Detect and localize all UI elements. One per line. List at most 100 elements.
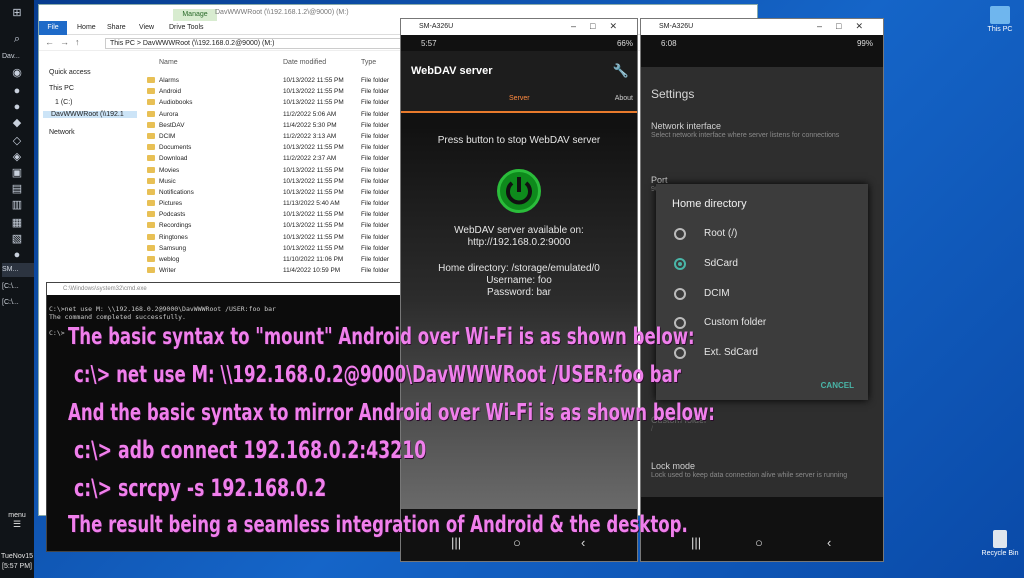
- tab-home[interactable]: Home: [77, 24, 96, 31]
- file-row[interactable]: Android 10/13/2022 11:55 PM File folder: [143, 86, 443, 97]
- wrench-icon[interactable]: 🔧: [613, 63, 629, 79]
- app-icon[interactable]: ◈: [7, 150, 27, 164]
- radio-button[interactable]: [674, 288, 686, 300]
- file-name: Notifications: [159, 188, 194, 196]
- file-row[interactable]: Music 10/13/2022 11:55 PM File folder: [143, 176, 443, 187]
- file-type: File folder: [361, 77, 390, 84]
- start-icon[interactable]: ⊞: [7, 6, 27, 20]
- column-type[interactable]: Type: [361, 59, 376, 66]
- app-icon[interactable]: ●: [7, 248, 27, 262]
- file-row[interactable]: Ringtones 10/13/2022 11:55 PM File folder: [143, 232, 443, 243]
- file-type: File folder: [361, 132, 390, 140]
- tab-file[interactable]: File: [39, 21, 67, 35]
- setting-network-interface[interactable]: Network interface Select network interfa…: [651, 121, 873, 140]
- power-button[interactable]: [497, 169, 541, 213]
- taskbar-app-explorer[interactable]: Dav...: [2, 50, 34, 64]
- taskbar-app-phone[interactable]: SM...: [2, 263, 34, 277]
- file-row[interactable]: Aurora 11/2/2022 5:06 AM File folder: [143, 109, 443, 120]
- file-name: Writer: [159, 267, 176, 275]
- available-label: WebDAV server available on:: [454, 225, 584, 236]
- file-type: File folder: [361, 200, 390, 208]
- app-icon[interactable]: ▤: [7, 182, 27, 196]
- tab-server[interactable]: Server: [509, 95, 530, 102]
- app-icon[interactable]: ▦: [7, 216, 27, 230]
- file-name: Android: [159, 88, 182, 96]
- window-controls-icon[interactable]: –□✕: [571, 21, 631, 32]
- search-icon[interactable]: ⌕: [7, 32, 27, 46]
- file-list: Alarms 10/13/2022 11:55 PM File folder Andr…: [143, 75, 443, 276]
- recents-icon[interactable]: |||: [691, 535, 701, 550]
- tab-indicator: [401, 111, 637, 113]
- file-row[interactable]: Samsung 10/13/2022 11:55 PM File folder: [143, 243, 443, 254]
- app-icon[interactable]: ●: [7, 100, 27, 114]
- file-row[interactable]: Documents 10/13/2022 11:55 PM File folder: [143, 142, 443, 153]
- file-type: File folder: [361, 188, 390, 196]
- file-row[interactable]: Audiobooks 10/13/2022 11:55 PM File folder: [143, 97, 443, 108]
- overlay-caption-line: c:\> scrcpy -s 192.168.0.2: [74, 474, 327, 502]
- column-name[interactable]: Name: [159, 59, 178, 66]
- folder-icon: [147, 211, 155, 218]
- home-directory: Home directory: /storage/emulated/0: [438, 263, 600, 274]
- file-row[interactable]: DCIM 11/2/2022 3:13 AM File folder: [143, 131, 443, 142]
- file-row[interactable]: Writer 11/4/2022 10:59 PM File folder: [143, 265, 443, 276]
- file-row[interactable]: BestDAV 11/4/2022 5:30 PM File folder: [143, 120, 443, 131]
- back-icon[interactable]: ‹: [827, 535, 831, 550]
- desktop-icon-this-pc[interactable]: This PC: [978, 6, 1022, 33]
- taskbar-app-cmd[interactable]: [C:\...: [2, 280, 34, 294]
- radio-button-selected[interactable]: [674, 258, 686, 270]
- file-date: 11/2/2022 5:06 AM: [283, 110, 337, 118]
- server-url: http://192.168.0.2:9000: [467, 237, 571, 248]
- taskbar-app-cmd[interactable]: [C:\...: [2, 296, 34, 310]
- home-icon[interactable]: ○: [755, 535, 763, 550]
- status-bar: 6:08 99%: [661, 39, 873, 48]
- nav-network[interactable]: Network: [49, 129, 75, 136]
- file-type: File folder: [361, 144, 390, 152]
- app-icon[interactable]: ◇: [7, 134, 27, 148]
- folder-icon: [147, 222, 155, 229]
- app-title: WebDAV server: [411, 65, 493, 77]
- ribbon-manage-tab[interactable]: Manage: [173, 9, 217, 21]
- setting-lock-mode[interactable]: Lock mode Lock used to keep data connect…: [651, 461, 873, 480]
- tab-view[interactable]: View: [139, 24, 154, 31]
- network-icon[interactable]: ◉: [7, 66, 27, 80]
- nav-quick-access[interactable]: Quick access: [49, 69, 91, 76]
- app-icon[interactable]: ▣: [7, 166, 27, 180]
- file-row[interactable]: Notifications 10/13/2022 11:55 PM File fol…: [143, 187, 443, 198]
- taskbar-menu[interactable]: menu ☰: [0, 512, 34, 530]
- nav-c-drive[interactable]: 1 (C:): [55, 99, 73, 106]
- desktop-icon-recycle-bin[interactable]: Recycle Bin: [978, 530, 1022, 557]
- file-name: Movies: [159, 166, 180, 174]
- radio-button[interactable]: [674, 228, 686, 240]
- taskbar-clock[interactable]: TueNov15 [5:57 PM]: [0, 552, 34, 572]
- file-row[interactable]: Movies 10/13/2022 11:55 PM File folder: [143, 165, 443, 176]
- app-icon[interactable]: ◆: [7, 116, 27, 130]
- file-row[interactable]: Podcasts 10/13/2022 11:55 PM File folder: [143, 209, 443, 220]
- file-row[interactable]: Pictures 11/13/2022 5:40 AM File folder: [143, 198, 443, 209]
- file-row[interactable]: Recordings 10/13/2022 11:55 PM File folder: [143, 220, 443, 231]
- file-type: File folder: [361, 267, 390, 275]
- window-controls-icon[interactable]: –□✕: [817, 21, 877, 32]
- cancel-button[interactable]: CANCEL: [821, 381, 854, 390]
- app-icon[interactable]: ●: [7, 84, 27, 98]
- file-type: File folder: [361, 211, 390, 219]
- file-date: 10/13/2022 11:55 PM: [283, 244, 344, 252]
- app-header: WebDAV server 🔧 Server About: [401, 51, 637, 113]
- tab-share[interactable]: Share: [107, 24, 126, 31]
- column-date[interactable]: Date modified: [283, 59, 326, 66]
- nav-this-pc[interactable]: This PC: [49, 85, 74, 92]
- overlay-caption-line: The result being a seamless integration …: [68, 512, 688, 538]
- window-title: DavWWWRoot (\\192.168.1.2\@9000) (M:): [215, 9, 349, 16]
- app-icon[interactable]: ▧: [7, 232, 27, 246]
- folder-icon: [147, 77, 155, 83]
- nav-arrows-icon[interactable]: ←→↑: [45, 37, 86, 47]
- file-name: Documents: [159, 144, 192, 152]
- file-row[interactable]: Download 11/2/2022 2:37 AM File folder: [143, 153, 443, 164]
- file-row[interactable]: weblog 11/10/2022 11:06 PM File folder: [143, 254, 443, 265]
- tab-about[interactable]: About: [615, 95, 633, 102]
- tab-drive-tools[interactable]: Drive Tools: [169, 24, 204, 31]
- file-date: 10/13/2022 11:55 PM: [283, 233, 344, 241]
- file-row[interactable]: Alarms 10/13/2022 11:55 PM File folder: [143, 75, 443, 86]
- app-icon[interactable]: ▥: [7, 198, 27, 212]
- nav-dav-drive[interactable]: DavWWWRoot (\\192.1: [43, 111, 137, 118]
- dialog-title: Home directory: [672, 198, 747, 210]
